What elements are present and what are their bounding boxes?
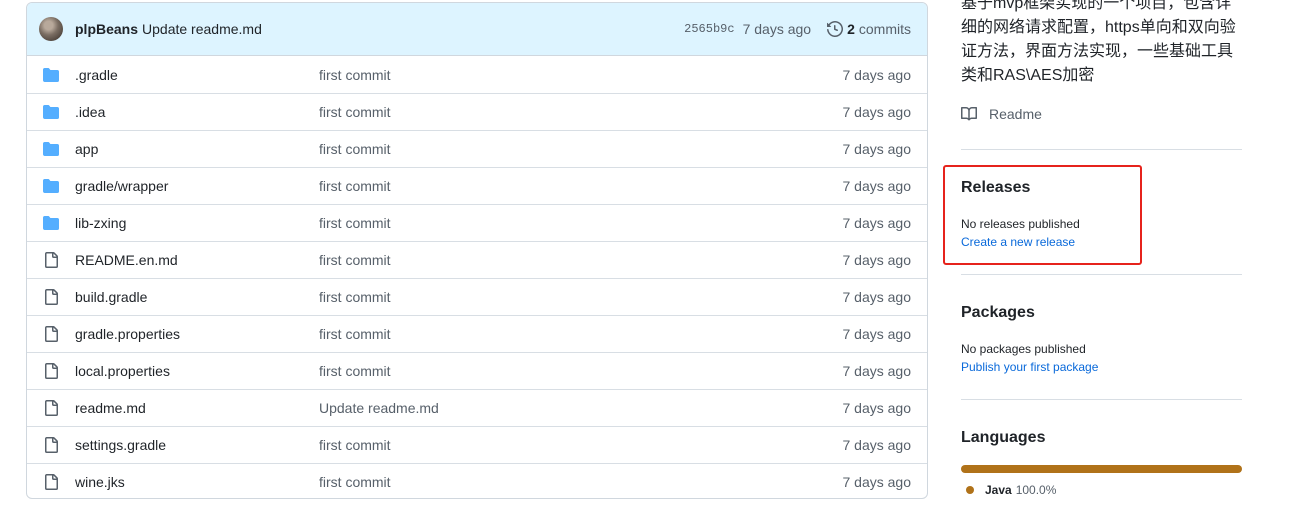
language-bar (961, 465, 1242, 473)
file-row[interactable]: README.en.md first commit 7 days ago (27, 241, 927, 278)
language-color-dot (966, 486, 974, 494)
file-name-link[interactable]: app (75, 141, 319, 157)
packages-heading[interactable]: Packages (961, 304, 1035, 322)
author-avatar[interactable] (39, 17, 63, 41)
file-name-link[interactable]: settings.gradle (75, 437, 319, 453)
file-commit-message-link[interactable]: first commit (319, 326, 843, 342)
file-commit-age: 7 days ago (842, 289, 912, 305)
file-commit-age: 7 days ago (842, 400, 912, 416)
file-commit-age: 7 days ago (842, 104, 912, 120)
file-icon (43, 400, 59, 416)
file-name-link[interactable]: README.en.md (75, 252, 319, 268)
file-list-box: plpBeans Update readme.md 2565b9c 7 days… (26, 2, 928, 499)
sidebar-divider (961, 149, 1242, 150)
sidebar-divider (961, 274, 1242, 275)
file-name-link[interactable]: .idea (75, 104, 319, 120)
commit-count: 2 (847, 21, 855, 37)
file-commit-message-link[interactable]: first commit (319, 363, 843, 379)
file-commit-age: 7 days ago (842, 363, 912, 379)
commit-author-link[interactable]: plpBeans (75, 21, 138, 37)
file-commit-message-link[interactable]: first commit (319, 474, 843, 490)
folder-icon (43, 215, 59, 231)
file-icon (43, 252, 59, 268)
file-name-link[interactable]: wine.jks (75, 474, 319, 490)
file-row[interactable]: lib-zxing first commit 7 days ago (27, 204, 927, 241)
commit-history-link[interactable]: 2 commits (827, 21, 911, 37)
latest-commit-bar: plpBeans Update readme.md 2565b9c 7 days… (27, 3, 927, 56)
file-name-link[interactable]: readme.md (75, 400, 319, 416)
publish-package-link[interactable]: Publish your first package (961, 360, 1098, 374)
folder-icon (43, 178, 59, 194)
file-commit-age: 7 days ago (842, 141, 912, 157)
file-commit-message-link[interactable]: first commit (319, 178, 843, 194)
about-description: 基于mvp框架实现的一个项目，包含详 细的网络请求配置，https单向和双向验 … (961, 0, 1251, 88)
file-row[interactable]: readme.md Update readme.md 7 days ago (27, 389, 927, 426)
file-commit-age: 7 days ago (842, 326, 912, 342)
folder-icon (43, 104, 59, 120)
file-row[interactable]: gradle/wrapper first commit 7 days ago (27, 167, 927, 204)
about-line: 基于mvp框架实现的一个项目，包含详 (961, 0, 1232, 12)
file-name-link[interactable]: .gradle (75, 67, 319, 83)
file-commit-message-link[interactable]: first commit (319, 252, 843, 268)
file-commit-age: 7 days ago (842, 178, 912, 194)
releases-highlight-box (943, 165, 1142, 265)
about-line: 类和RAS\AES加密 (961, 67, 1095, 84)
about-line: 证方法，界面方法实现，一些基础工具 (961, 43, 1234, 60)
commit-sha-link[interactable]: 2565b9c (684, 22, 734, 36)
file-rows: .gradle first commit 7 days ago .idea first … (27, 56, 927, 498)
file-commit-message-link[interactable]: first commit (319, 289, 843, 305)
file-icon (43, 363, 59, 379)
folder-icon (43, 67, 59, 83)
commit-message-link[interactable]: Update readme.md (142, 21, 262, 37)
file-name-link[interactable]: build.gradle (75, 289, 319, 305)
file-row[interactable]: local.properties first commit 7 days ago (27, 352, 927, 389)
file-row[interactable]: app first commit 7 days ago (27, 130, 927, 167)
language-name: Java (985, 483, 1012, 497)
file-icon (43, 289, 59, 305)
commit-count-label: commits (858, 21, 911, 37)
language-item-java[interactable]: Java 100.0% (966, 483, 1056, 497)
readme-link[interactable]: Readme (961, 106, 1042, 122)
file-commit-message-link[interactable]: first commit (319, 104, 843, 120)
file-commit-age: 7 days ago (842, 474, 912, 490)
commit-age: 7 days ago (742, 21, 812, 37)
file-commit-message-link[interactable]: Update readme.md (319, 400, 843, 416)
file-row[interactable]: wine.jks first commit 7 days ago (27, 463, 927, 498)
file-commit-message-link[interactable]: first commit (319, 437, 843, 453)
file-icon (43, 437, 59, 453)
book-icon (961, 106, 977, 121)
readme-label: Readme (989, 106, 1042, 122)
history-icon (827, 21, 844, 37)
file-row[interactable]: settings.gradle first commit 7 days ago (27, 426, 927, 463)
file-name-link[interactable]: gradle.properties (75, 326, 319, 342)
file-row[interactable]: gradle.properties first commit 7 days ago (27, 315, 927, 352)
file-commit-age: 7 days ago (842, 215, 912, 231)
packages-empty-text: No packages published (961, 342, 1086, 356)
file-row[interactable]: .idea first commit 7 days ago (27, 93, 927, 130)
file-commit-age: 7 days ago (842, 437, 912, 453)
about-line: 细的网络请求配置，https单向和双向验 (961, 19, 1236, 36)
language-percent: 100.0% (1015, 483, 1057, 497)
sidebar-divider (961, 399, 1242, 400)
file-commit-age: 7 days ago (842, 66, 912, 83)
file-commit-message-link[interactable]: first commit (319, 215, 843, 231)
languages-heading: Languages (961, 429, 1046, 446)
file-row[interactable]: build.gradle first commit 7 days ago (27, 278, 927, 315)
folder-icon (43, 141, 59, 157)
file-commit-message-link[interactable]: first commit (319, 67, 843, 83)
file-icon (43, 326, 59, 342)
file-name-link[interactable]: gradle/wrapper (75, 178, 319, 194)
file-name-link[interactable]: lib-zxing (75, 215, 319, 231)
file-name-link[interactable]: local.properties (75, 363, 319, 379)
file-icon (43, 474, 59, 490)
file-commit-message-link[interactable]: first commit (319, 141, 843, 157)
file-commit-age: 7 days ago (842, 252, 912, 268)
file-row[interactable]: .gradle first commit 7 days ago (27, 56, 927, 93)
